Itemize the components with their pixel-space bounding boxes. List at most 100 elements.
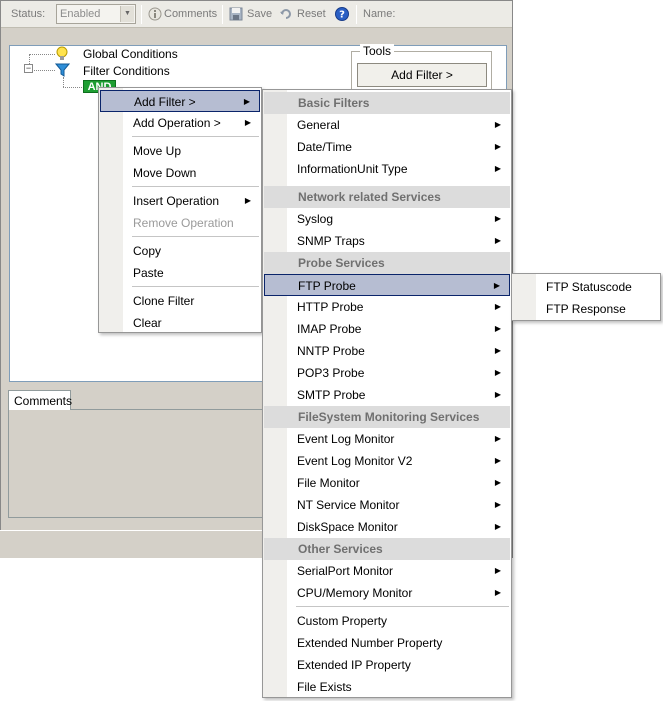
menu-separator [132, 186, 259, 187]
tree-connector [63, 77, 64, 87]
menu-item-clone-filter[interactable]: Clone Filter [100, 290, 260, 312]
collapse-toggle[interactable]: − [24, 64, 33, 73]
menu-item-file-exists[interactable]: File Exists [264, 676, 510, 698]
status-dropdown[interactable]: Enabled ▼ [56, 4, 136, 24]
submenu-arrow-icon: ▶ [494, 478, 501, 487]
menu-separator [132, 236, 259, 237]
toolbar: Status: Enabled ▼ Comments Save Reset ? … [1, 1, 512, 28]
menu-item-label: Paste [133, 266, 164, 280]
tree-connector [34, 70, 55, 71]
submenu-arrow-icon: ▶ [494, 120, 501, 129]
reset-icon [280, 9, 291, 19]
submenu-arrow-icon: ▶ [494, 456, 501, 465]
tree-node-filter-conditions[interactable]: Filter Conditions [83, 64, 170, 78]
menu-item-move-up[interactable]: Move Up [100, 140, 260, 162]
menu-item-extended-number-property[interactable]: Extended Number Property [264, 632, 510, 654]
submenu-arrow-icon: ▶ [243, 97, 250, 106]
menu-item-insert-operation[interactable]: Insert Operation ▶ [100, 190, 260, 212]
submenu-arrow-icon: ▶ [494, 324, 501, 333]
submenu-arrow-icon: ▶ [494, 214, 501, 223]
save-button[interactable]: Save [247, 8, 272, 20]
menu-item-copy[interactable]: Copy [100, 240, 260, 262]
menu-item-event-log-monitor-v2[interactable]: Event Log Monitor V2 ▶ [264, 450, 510, 472]
menu-item-syslog[interactable]: Syslog ▶ [264, 208, 510, 230]
submenu-arrow-icon: ▶ [494, 522, 501, 531]
ftp-probe-submenu: FTP Statuscode FTP Response [511, 273, 661, 321]
menu-item-event-log-monitor[interactable]: Event Log Monitor ▶ [264, 428, 510, 450]
section-header-basic-filters: Basic Filters [264, 92, 510, 114]
lightbulb-icon [56, 46, 68, 60]
menu-item-nntp-probe[interactable]: NNTP Probe ▶ [264, 340, 510, 362]
submenu-arrow-icon: ▶ [494, 566, 501, 575]
submenu-arrow-icon: ▶ [494, 588, 501, 597]
reset-button[interactable]: Reset [297, 8, 326, 20]
menu-item-smtp-probe[interactable]: SMTP Probe ▶ [264, 384, 510, 406]
status-label: Status: [11, 8, 46, 20]
filter-funnel-icon [55, 63, 70, 77]
submenu-arrow-icon: ▶ [494, 346, 501, 355]
toolbar-separator [141, 5, 142, 24]
submenu-arrow-icon: ▶ [494, 434, 501, 443]
menu-separator [132, 286, 259, 287]
menu-item-clear[interactable]: Clear [100, 312, 260, 334]
menu-item-ftp-probe[interactable]: FTP Probe ▶ [264, 274, 510, 296]
add-filter-button[interactable]: Add Filter > [357, 63, 487, 87]
menu-item-pop3-probe[interactable]: POP3 Probe ▶ [264, 362, 510, 384]
tools-group-label: Tools [360, 44, 395, 58]
submenu-arrow-icon: ▶ [494, 390, 501, 399]
context-menu: Add Filter > ▶ Add Operation > ▶ Move Up… [98, 87, 262, 333]
menu-item-diskspace-monitor[interactable]: DiskSpace Monitor ▶ [264, 516, 510, 538]
menu-item-ftp-response[interactable]: FTP Response [513, 298, 659, 320]
menu-item-add-filter[interactable]: Add Filter > ▶ [100, 90, 260, 112]
comments-button[interactable]: Comments [164, 8, 217, 20]
save-icon [229, 7, 243, 21]
submenu-arrow-icon: ▶ [493, 281, 500, 290]
menu-separator [132, 136, 259, 137]
name-label: Name: [363, 8, 396, 20]
add-filter-submenu: Basic Filters General ▶ Date/Time ▶ Inform… [262, 89, 512, 698]
menu-item-file-monitor[interactable]: File Monitor ▶ [264, 472, 510, 494]
menu-item-paste[interactable]: Paste [100, 262, 260, 284]
menu-item-http-probe[interactable]: HTTP Probe ▶ [264, 296, 510, 318]
menu-item-nt-service-monitor[interactable]: NT Service Monitor ▶ [264, 494, 510, 516]
svg-text:?: ? [339, 10, 345, 21]
menu-item-general[interactable]: General ▶ [264, 114, 510, 136]
menu-item-label: Add Operation > [133, 116, 221, 130]
chevron-down-icon: ▼ [120, 6, 134, 22]
menu-item-serialport-monitor[interactable]: SerialPort Monitor ▶ [264, 560, 510, 582]
menu-item-label: Clear [133, 316, 162, 330]
menu-item-imap-probe[interactable]: IMAP Probe ▶ [264, 318, 510, 340]
menu-separator [296, 606, 509, 607]
help-icon[interactable]: ? [335, 7, 349, 21]
tree-connector [63, 87, 82, 88]
section-header-probe-services: Probe Services [264, 252, 510, 274]
menu-item-label: Clone Filter [133, 294, 195, 308]
submenu-arrow-icon: ▶ [494, 500, 501, 509]
submenu-arrow-icon: ▶ [494, 302, 501, 311]
menu-item-custom-property[interactable]: Custom Property [264, 610, 510, 632]
section-header-filesystem-monitoring: FileSystem Monitoring Services [264, 406, 510, 428]
menu-item-label: Insert Operation [133, 194, 220, 208]
tab-comments[interactable]: Comments [8, 390, 72, 410]
menu-item-label: Copy [133, 244, 162, 258]
section-header-other-services: Other Services [264, 538, 510, 560]
menu-item-extended-ip-property[interactable]: Extended IP Property [264, 654, 510, 676]
menu-item-label: Move Down [133, 166, 197, 180]
section-header-network-services: Network related Services [264, 186, 510, 208]
menu-item-remove-operation: Remove Operation [100, 212, 260, 234]
menu-item-move-down[interactable]: Move Down [100, 162, 260, 184]
menu-item-cpu-memory-monitor[interactable]: CPU/Memory Monitor ▶ [264, 582, 510, 604]
menu-item-date-time[interactable]: Date/Time ▶ [264, 136, 510, 158]
submenu-arrow-icon: ▶ [494, 164, 501, 173]
menu-item-ftp-statuscode[interactable]: FTP Statuscode [513, 276, 659, 298]
submenu-arrow-icon: ▶ [244, 118, 251, 127]
status-value: Enabled [60, 8, 101, 20]
submenu-arrow-icon: ▶ [494, 142, 501, 151]
tree-node-global-conditions[interactable]: Global Conditions [83, 47, 178, 61]
menu-item-snmp-traps[interactable]: SNMP Traps ▶ [264, 230, 510, 252]
menu-item-label: Add Filter > [134, 95, 196, 109]
menu-item-add-operation[interactable]: Add Operation > ▶ [100, 112, 260, 134]
submenu-arrow-icon: ▶ [494, 236, 501, 245]
menu-item-informationunit-type[interactable]: InformationUnit Type ▶ [264, 158, 510, 180]
submenu-arrow-icon: ▶ [244, 196, 251, 205]
